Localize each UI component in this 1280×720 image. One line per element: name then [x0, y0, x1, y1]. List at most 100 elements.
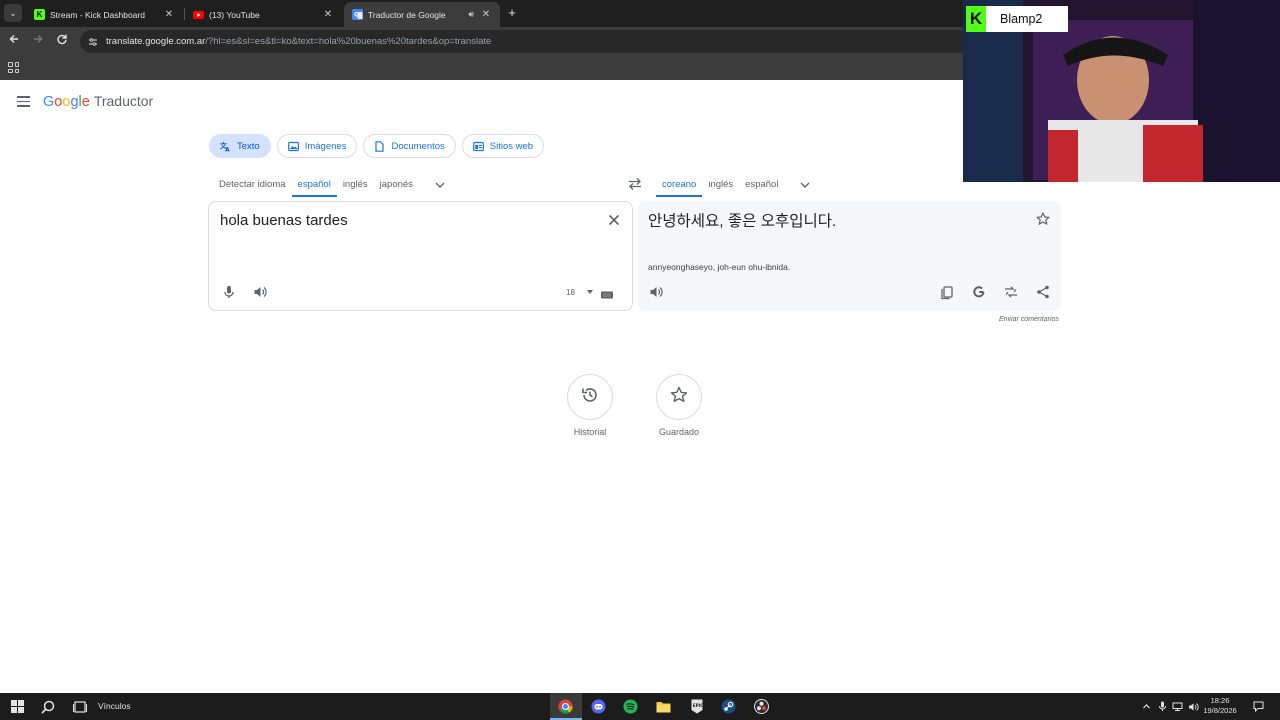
tab-label: Documentos [391, 140, 445, 152]
windows-start-icon[interactable] [9, 698, 26, 715]
google-search-icon[interactable] [971, 284, 987, 300]
discord-icon[interactable] [590, 698, 607, 715]
google-translate-logo[interactable]: Google Traductor [43, 93, 153, 110]
send-feedback-link[interactable]: Enviar comentarios [999, 316, 1059, 323]
obs-icon[interactable] [753, 698, 770, 715]
file-explorer-icon[interactable] [655, 698, 672, 715]
keyboard-icon[interactable] [600, 287, 616, 303]
close-icon[interactable] [606, 212, 622, 228]
lang-spanish[interactable]: español [739, 174, 784, 195]
tab-images[interactable]: Imágenes [276, 134, 358, 158]
lang-english[interactable]: inglés [337, 174, 374, 195]
lang-detect[interactable]: Detectar idioma [213, 174, 292, 195]
saved-label: Guardado [658, 427, 700, 437]
source-text-input[interactable]: hola buenas tardes [220, 212, 348, 229]
translation-panel: 안녕하세요, 좋은 오후입니다. annyeonghaseyo, joh-eun… [638, 201, 1061, 311]
speaker-icon[interactable]: 🔊︎ [468, 9, 474, 20]
streamer-nameplate: K Blamp2 [966, 6, 1068, 32]
product-name: Traductor [93, 93, 154, 109]
speaker-icon[interactable] [648, 284, 664, 300]
romanization-text: annyeonghaseyo, joh-eun ohu-ibnida. [648, 262, 791, 272]
network-icon[interactable] [1172, 701, 1183, 712]
lang-english[interactable]: inglés [702, 174, 739, 195]
lang-japanese[interactable]: japonés [374, 174, 419, 195]
tab-text[interactable]: 文A Texto [209, 134, 271, 158]
svg-text:G: G [354, 12, 359, 19]
tab-documents[interactable]: Documentos [363, 134, 456, 158]
microphone-icon[interactable] [1157, 701, 1168, 712]
close-icon[interactable]: ✕ [480, 9, 492, 20]
main-menu-icon[interactable] [17, 96, 30, 107]
star-icon[interactable] [1035, 211, 1051, 227]
new-tab-button[interactable]: + [505, 6, 519, 20]
google-translate-icon: G [352, 9, 363, 20]
source-text-panel[interactable]: hola buenas tardes 18 [208, 201, 633, 311]
volume-icon[interactable] [1188, 701, 1199, 712]
source-language-bar: Detectar idioma español inglés japonés [213, 174, 447, 200]
tab-search-button[interactable]: ⌄ [4, 4, 22, 22]
target-language-bar: coreano inglés español [656, 174, 812, 200]
website-icon [472, 141, 484, 152]
tab-label: Sitios web [489, 140, 534, 152]
forward-arrow-icon[interactable] [30, 33, 46, 49]
star-icon [669, 385, 689, 410]
history-label: Historial [573, 427, 607, 437]
epic-games-icon[interactable]: EPIC [688, 698, 705, 715]
svg-text:EPIC: EPIC [692, 703, 702, 708]
close-icon[interactable]: ✕ [163, 9, 175, 20]
tab-label: Texto [237, 140, 260, 152]
youtube-icon [193, 9, 204, 20]
history-icon [580, 385, 600, 410]
tab-google-translate[interactable]: G Traductor de Google 🔊︎ ✕ [344, 2, 500, 27]
task-view-icon[interactable] [71, 698, 88, 715]
tab-kick-dashboard[interactable]: K Stream - Kick Dashboard ✕ [26, 2, 183, 27]
tab-title: Stream - Kick Dashboard [50, 9, 145, 20]
url-text: translate.google.com.ar/?hl=es&sl=es&tl=… [106, 36, 492, 47]
caret-down-icon[interactable] [587, 290, 593, 294]
system-clock[interactable]: 18:26 19/8/2026 [1203, 696, 1237, 716]
search-icon[interactable] [39, 698, 56, 715]
reload-icon[interactable] [54, 33, 70, 49]
tab-label: Imágenes [304, 140, 347, 152]
lang-spanish[interactable]: español [291, 174, 338, 197]
streamer-name: Blamp2 [1000, 12, 1043, 26]
steam-icon[interactable] [720, 698, 737, 715]
kick-icon: K [34, 9, 45, 20]
document-icon [374, 140, 385, 152]
links-toolbar-label[interactable]: Vínculos [98, 701, 131, 711]
apps-grid-icon[interactable] [8, 62, 19, 73]
share-icon[interactable] [1035, 284, 1051, 300]
swap-languages-icon[interactable] [627, 177, 643, 191]
chevron-down-icon[interactable] [798, 178, 812, 192]
address-bar[interactable]: translate.google.com.ar/?hl=es&sl=es&tl=… [80, 30, 970, 53]
history-button[interactable] [567, 374, 613, 420]
microphone-icon[interactable] [221, 284, 237, 300]
spotify-icon[interactable] [622, 698, 639, 715]
chevron-up-icon[interactable] [1141, 701, 1152, 712]
tab-websites[interactable]: Sitios web [461, 134, 545, 158]
clock-date: 19/8/2026 [1203, 706, 1237, 715]
character-count: 18 [566, 288, 575, 297]
tab-title: Traductor de Google [368, 9, 446, 20]
speaker-icon[interactable] [252, 284, 268, 300]
tab-youtube[interactable]: (13) YouTube ✕ [185, 2, 342, 27]
translation-text: 안녕하세요, 좋은 오후입니다. [648, 213, 837, 230]
notifications-icon[interactable] [1253, 701, 1264, 712]
saved-button[interactable] [656, 374, 702, 420]
close-icon[interactable]: ✕ [322, 9, 334, 20]
lang-korean[interactable]: coreano [656, 174, 703, 197]
rate-translation-icon[interactable] [1003, 284, 1019, 300]
clock-time: 18:26 [1210, 696, 1230, 705]
site-info-icon[interactable] [88, 37, 98, 47]
translate-icon: 文A [220, 141, 231, 152]
tab-title: (13) YouTube [209, 9, 260, 20]
kick-logo-icon: K [966, 6, 986, 32]
svg-text:A: A [225, 146, 230, 152]
back-arrow-icon[interactable] [6, 33, 22, 49]
image-icon [287, 141, 299, 152]
chrome-icon[interactable] [557, 698, 574, 715]
taskbar: Vínculos EPIC 18:26 19/8/2026 [0, 693, 1280, 720]
chevron-down-icon[interactable] [433, 178, 447, 192]
copy-icon[interactable] [939, 284, 955, 300]
mode-tabs: 文A Texto Imágenes Documentos Sitios web [209, 134, 545, 158]
